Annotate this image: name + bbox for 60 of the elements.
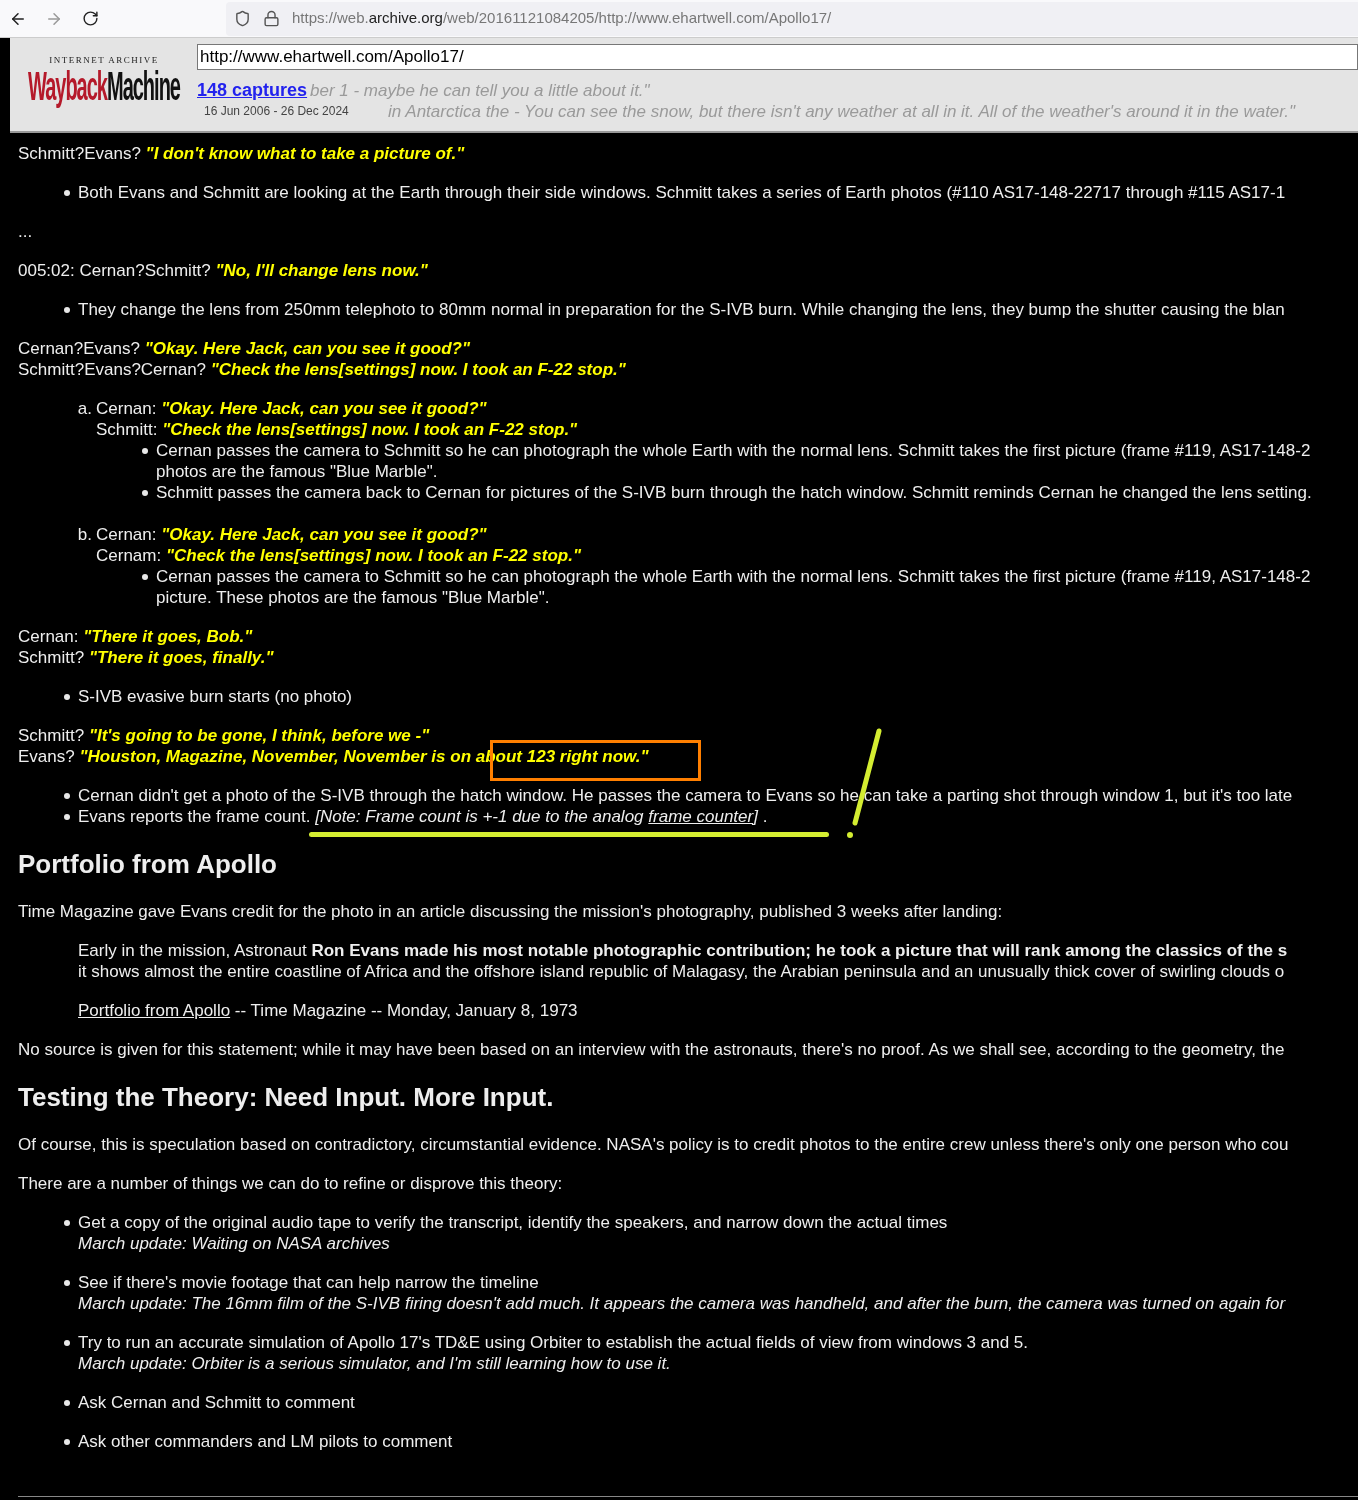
- bullet-text: Try to run an accurate simulation of Apollo 17's TD&E using Orbiter to establish the actual fields of view from windows 3 and 5. March update: Orbiter is a serious simulator, and I'm still learning how to use it.: [78, 1332, 1029, 1374]
- bullet-text: They change the lens from 250mm telephoto to 80mm normal in preparation for the S-IVB burn. While changing the lens, they bump the shutter causing the blan: [78, 299, 1285, 320]
- bullet-icon: [142, 490, 148, 496]
- link[interactable]: Portfolio from Apollo: [78, 1001, 231, 1020]
- bullet-icon: [64, 1439, 70, 1445]
- list-marker: a.: [77, 398, 92, 420]
- bullet-text: See if there's movie footage that can help narrow the timeline March update: The 16mm film of the S-IVB firing doesn't add much. It appears the camera was handheld, and after the burn, the camera was turned on again for: [78, 1272, 1286, 1314]
- dialogue-line: Cernan: "Okay. Here Jack, can you see it good?": [96, 524, 487, 545]
- dialogue-line: Cernan?Evans? "Okay. Here Jack, can you see it good?": [18, 338, 471, 359]
- bullet-icon: [64, 793, 70, 799]
- address-bar[interactable]: https://web.archive.org/web/20161121084205/http://www.ehartwell.com/Apollo17/: [226, 1, 1358, 36]
- paragraph: Of course, this is speculation based on contradictory, circumstantial evidence. NASA's policy is to credit photos to the entire crew unless there's only one person who cou: [18, 1134, 1290, 1155]
- dialogue-line: Cernam: "Check the lens[settings] now. I took an F-22 stop.": [96, 545, 581, 566]
- lock-icon: [263, 10, 280, 27]
- bullet-text: Ask Cernan and Schmitt to comment: [78, 1392, 355, 1413]
- bullet-text: Schmitt passes the camera back to Cernan for pictures of the S-IVB burn through the hatch window. Schmitt reminds Cernan he changed the lens setting.: [156, 482, 1312, 503]
- logo-caption: INTERNET ARCHIVE: [49, 54, 159, 66]
- dialogue-line: Cernan: "Okay. Here Jack, can you see it good?": [96, 398, 487, 419]
- quote-paragraph: Early in the mission, Astronaut Ron Evans made his most notable photographic contribution; he took a picture that will rank among the classics of the s it shows almost the entire coastline of Africa and the offshore island republic of Malagasy, the Arabian peninsula and an unusually thick cover of swirling clouds o: [78, 940, 1289, 982]
- url-input[interactable]: http://www.ehartwell.com/Apollo17/: [197, 44, 1358, 70]
- list-marker: b.: [77, 524, 92, 546]
- bullet-icon: [64, 814, 70, 820]
- bullet-text: Cernan passes the camera to Schmitt so he can photograph the whole Earth with the normal lens. Schmitt takes the first picture (frame #119, AS17-148-2 photos are the famous "Blue Marble".: [156, 440, 1311, 482]
- bullet-text: Evans reports the frame count. [Note: Frame count is +-1 due to the analog frame counter] .: [78, 806, 768, 827]
- bullet-icon: [64, 694, 70, 700]
- background-text: in Antarctica the - You can see the snow, but there isn't any weather at all in it. All of the weather's around it in the water.": [388, 101, 1296, 123]
- shield-icon: [234, 10, 251, 27]
- bullet-icon: [64, 1400, 70, 1406]
- wayback-logo: WaybackMachine: [28, 66, 180, 106]
- section-heading: Testing the Theory: Need Input. More Input.: [18, 1082, 555, 1112]
- bullet-icon: [142, 448, 148, 454]
- bullet-icon: [64, 1280, 70, 1286]
- dialogue-line: Schmitt?Evans?Cernan? "Check the lens[settings] now. I took an F-22 stop.": [18, 359, 626, 380]
- bullet-icon: [64, 1340, 70, 1346]
- section-heading: Portfolio from Apollo: [18, 849, 278, 879]
- dialogue-line: 005:02: Cernan?Schmitt? "No, I'll change lens now.": [18, 260, 428, 281]
- citation: Portfolio from Apollo -- Time Magazine -- Monday, January 8, 1973: [78, 1000, 579, 1021]
- dialogue-line: Schmitt: "Check the lens[settings] now. I took an F-22 stop.": [96, 419, 578, 440]
- bullet-icon: [142, 574, 148, 580]
- bullet-text: Cernan passes the camera to Schmitt so he can photograph the whole Earth with the normal lens. Schmitt takes the first picture (frame #119, AS17-148-2 picture. These photos are the famous "Blue Marble".: [156, 566, 1311, 608]
- dialogue-line: Schmitt?Evans? "I don't know what to take a picture of.": [18, 143, 465, 164]
- dialogue-line: Cernan: "There it goes, Bob.": [18, 626, 253, 647]
- date-range: 16 Jun 2006 - 26 Dec 2024: [204, 103, 349, 120]
- paragraph: ...: [18, 221, 34, 242]
- bullet-text: Both Evans and Schmitt are looking at the Earth through their side windows. Schmitt takes a series of Earth photos (#110 AS17-148-22717 through #115 AS17-1: [78, 182, 1286, 203]
- paragraph: Time Magazine gave Evans credit for the photo in an article discussing the mission's photography, published 3 weeks after landing:: [18, 901, 1004, 922]
- paragraph: There are a number of things we can do to refine or disprove this theory:: [18, 1173, 564, 1194]
- bullet-text: S-IVB evasive burn starts (no photo): [78, 686, 353, 707]
- dialogue-line: Schmitt? "It's going to be gone, I think, before we -": [18, 725, 430, 746]
- background-text: ber 1 - maybe he can tell you a little about it.": [310, 80, 650, 102]
- reload-icon: [81, 10, 99, 27]
- bullet-icon: [64, 1220, 70, 1226]
- bullet-text: Ask other commanders and LM pilots to comment: [78, 1431, 453, 1452]
- bullet-text: Cernan didn't get a photo of the S-IVB through the hatch window. He passes the camera to Evans so he can take a parting shot through window 1, but it's too late: [78, 785, 1293, 806]
- dialogue-line: Schmitt? "There it goes, finally.": [18, 647, 274, 668]
- bullet-icon: [64, 307, 70, 313]
- captures-link[interactable]: 148 captures: [197, 80, 308, 100]
- bullet-icon: [64, 190, 70, 196]
- paragraph: No source is given for this statement; while it may have been based on an interview with the astronauts, there's no proof. As we shall see, according to the geometry, the: [18, 1039, 1286, 1060]
- bullet-text: Get a copy of the original audio tape to verify the transcript, identify the speakers, and narrow down the actual times March update: Waiting on NASA archives: [78, 1212, 948, 1254]
